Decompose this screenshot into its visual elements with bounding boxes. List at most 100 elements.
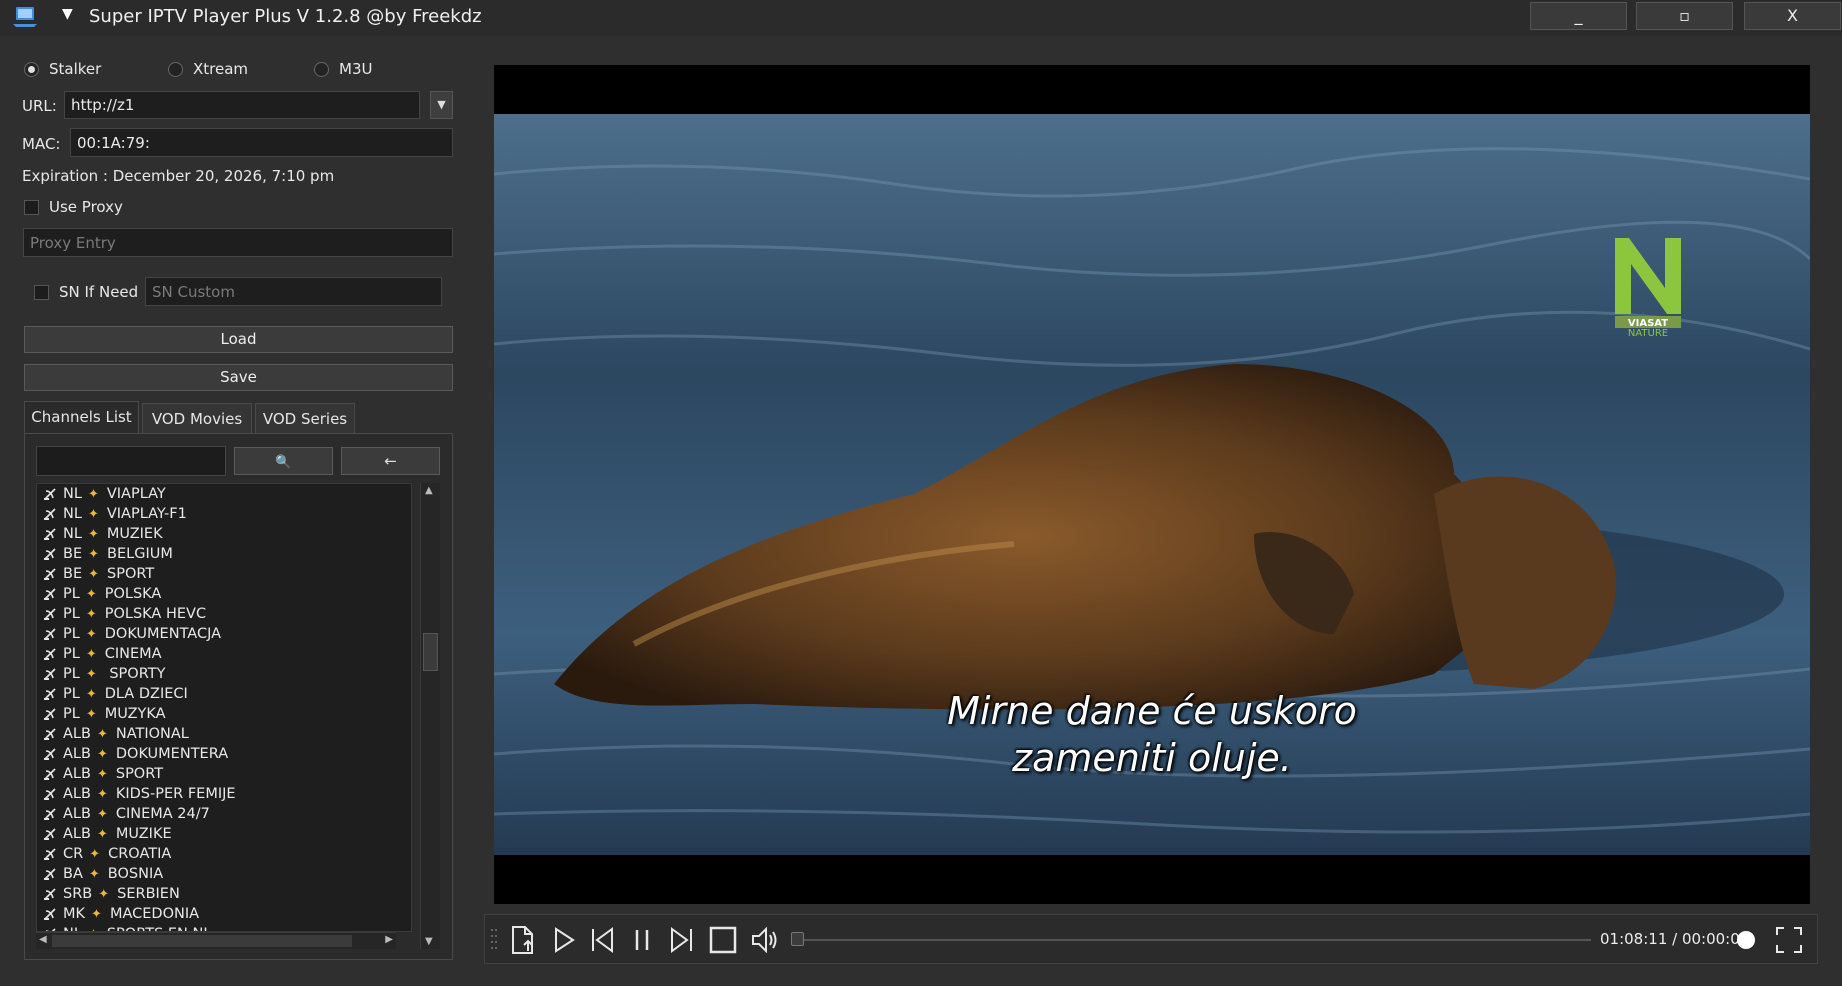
sn-if-need-checkbox[interactable]: SN If Need [34,283,138,301]
channel-prefix: BE [63,566,83,582]
channel-list-item[interactable]: ALB ✦ KIDS-PER FEMIJE [37,784,411,804]
minimize-button[interactable]: _ [1530,2,1627,30]
save-button[interactable]: Save [24,364,453,391]
radio-stalker[interactable]: Stalker [24,60,101,78]
channel-list-item[interactable]: CR ✦ CROATIA [37,844,411,864]
close-button[interactable]: X [1744,2,1841,30]
scrollbar-thumb[interactable] [52,935,352,947]
load-button[interactable]: Load [24,326,453,353]
player-controls: 01:08:11 / 00:00:00 [484,914,1818,964]
channel-search-input[interactable] [36,446,226,476]
channel-prefix: ALB [63,826,91,842]
scroll-up-icon[interactable]: ▲ [425,485,433,496]
scrollbar-thumb[interactable] [423,633,438,671]
url-dropdown-button[interactable]: ▼ [430,91,453,119]
seek-bar[interactable] [796,939,1591,941]
channel-list-item[interactable]: MK ✦ MACEDONIA [37,904,411,924]
sn-custom-field[interactable]: SN Custom [145,277,442,306]
channel-list-item[interactable]: NL ✦ MUZIEK [37,524,411,544]
channel-list-item[interactable]: BE ✦ SPORT [37,564,411,584]
sparkle-icon: ✦ [96,726,108,742]
satellite-dish-icon [44,588,56,600]
search-button[interactable]: 🔍 [234,447,333,475]
tab-vod-series[interactable]: VOD Series [255,403,355,433]
channel-list[interactable]: NL ✦ VIAPLAY NL ✦ VIAPLAY-F1 NL ✦ MUZIEK BE ✦ BELGI… [36,483,412,932]
radio-m3u[interactable]: M3U [314,60,372,78]
channel-list-item[interactable]: PL ✦ POLSKA HEVC [37,604,411,624]
channel-prefix: PL [63,666,80,682]
scroll-left-icon[interactable]: ◀ [39,934,47,945]
back-button[interactable]: ← [341,447,440,475]
url-field[interactable]: http://z1 [64,91,420,119]
next-icon[interactable] [667,925,697,955]
satellite-dish-icon [44,848,56,860]
sn-if-need-label: SN If Need [59,283,139,301]
channel-list-item[interactable]: ALB ✦ MUZIKE [37,824,411,844]
video-player[interactable]: Mirne dane će uskoro zameniti oluje. VIA… [494,65,1810,904]
channel-list-item[interactable]: PL ✦ DOKUMENTACJA [37,624,411,644]
tab-vod-movies[interactable]: VOD Movies [142,403,252,433]
sparkle-icon: ✦ [96,786,108,802]
open-file-icon[interactable] [507,925,537,955]
seek-handle[interactable] [791,932,804,946]
channel-list-item[interactable]: NL✦SPORTS EN NL [37,924,411,931]
window-title: Super IPTV Player Plus V 1.2.8 @by Freek… [89,6,482,27]
tab-channels-list[interactable]: Channels List [24,401,139,434]
channel-name: CINEMA [104,646,162,662]
pause-icon[interactable] [627,925,657,955]
channel-list-vertical-scrollbar[interactable]: ▲ ▼ [420,483,440,949]
fullscreen-icon[interactable] [1774,925,1804,955]
channel-list-item[interactable]: ALB ✦ DOKUMENTERA [37,744,411,764]
channel-list-item[interactable]: ALB ✦ CINEMA 24/7 [37,804,411,824]
volume-slider-handle[interactable] [1737,931,1755,949]
channel-list-item[interactable]: NL ✦ VIAPLAY [37,484,411,504]
channel-name: DOKUMENTERA [115,746,229,762]
drag-handle-icon[interactable] [490,927,498,953]
previous-icon[interactable] [587,925,617,955]
sparkle-icon: ✦ [96,766,108,782]
sparkle-icon: ✦ [96,826,108,842]
radio-dot-icon [168,61,183,77]
maximize-button[interactable]: ▫ [1636,2,1733,30]
channel-list-item[interactable]: ALB ✦ SPORT [37,764,411,784]
menu-dropdown-icon[interactable]: ▼ [62,6,73,22]
use-proxy-checkbox[interactable]: Use Proxy [24,198,123,216]
scroll-right-icon[interactable]: ▶ [385,934,393,945]
channel-list-item[interactable]: BE ✦ BELGIUM [37,544,411,564]
volume-icon[interactable] [751,925,781,955]
satellite-dish-icon [44,908,56,920]
channel-list-horizontal-scrollbar[interactable]: ◀ ▶ [36,932,396,949]
channel-list-item[interactable]: BA ✦ BOSNIA [37,864,411,884]
satellite-dish-icon [44,748,56,760]
checkbox-box [34,284,49,300]
sparkle-icon: ✦ [85,686,97,702]
channel-name: MACEDONIA [109,906,200,922]
subtitle-line-2: zameniti oluje. [1012,736,1292,780]
channel-prefix: PL [63,586,80,602]
stop-icon[interactable] [708,925,738,955]
satellite-dish-icon [44,488,56,500]
sparkle-icon: ✦ [87,526,99,542]
sparkle-icon: ✦ [98,886,110,902]
satellite-dish-icon [44,648,56,660]
channel-list-item[interactable]: PL ✦ POLSKA [37,584,411,604]
channel-list-item[interactable]: PL ✦ CINEMA [37,644,411,664]
proxy-entry-field[interactable]: Proxy Entry [23,228,453,257]
channel-prefix: BE [63,546,83,562]
channel-list-item[interactable]: SRB ✦ SERBIEN [37,884,411,904]
play-icon[interactable] [548,925,578,955]
channel-list-item[interactable]: PL ✦ SPORTY [37,664,411,684]
channel-name: NATIONAL [115,726,189,742]
scroll-down-icon[interactable]: ▼ [425,936,433,947]
channel-list-item[interactable]: PL ✦ DLA DZIECI [37,684,411,704]
channel-list-item[interactable]: ALB ✦ NATIONAL [37,724,411,744]
channel-prefix: ALB [63,786,91,802]
radio-xtream[interactable]: Xtream [168,60,248,78]
radio-dot-icon [314,61,329,77]
channel-list-item[interactable]: PL ✦ MUZYKA [37,704,411,724]
sparkle-icon: ✦ [85,626,97,642]
channel-list-item[interactable]: NL ✦ VIAPLAY-F1 [37,504,411,524]
mac-field[interactable]: 00:1A:79: [70,128,453,157]
satellite-dish-icon [44,568,56,580]
use-proxy-label: Use Proxy [49,198,123,216]
